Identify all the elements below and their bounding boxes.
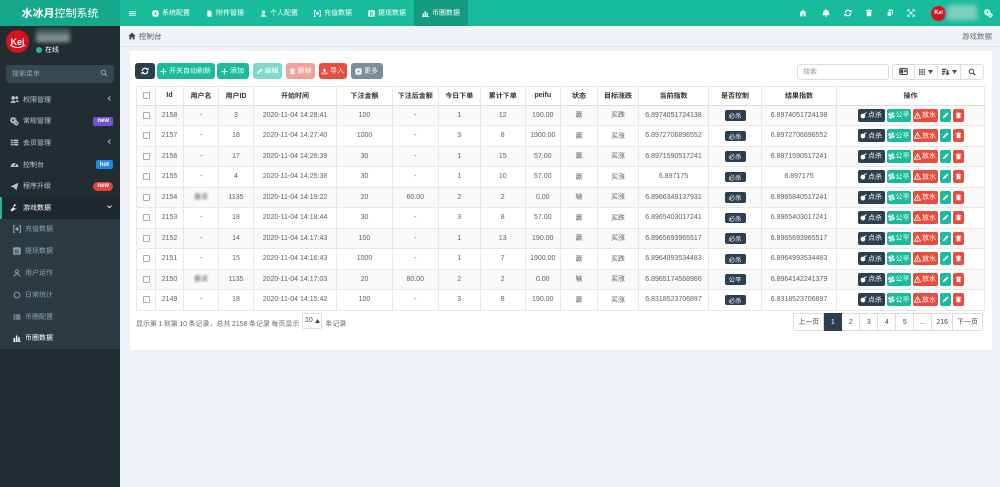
svg-text:Kei: Kei (10, 37, 24, 47)
svg-text:B: B (14, 250, 18, 256)
svg-text:B: B (370, 11, 374, 16)
